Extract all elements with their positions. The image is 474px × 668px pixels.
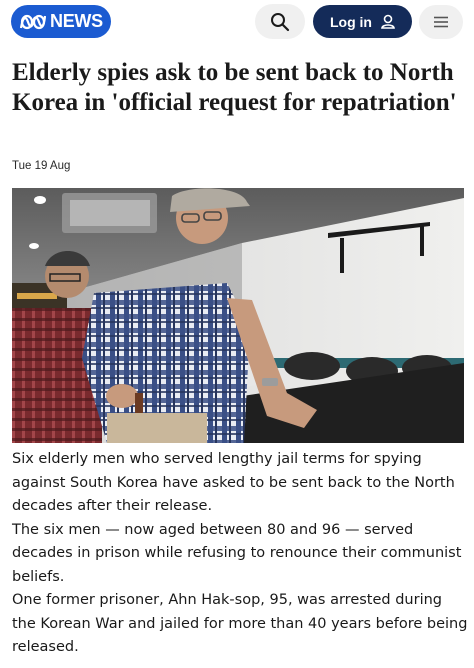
article-paragraph: The six men — now aged between 80 and 96… [12, 521, 462, 585]
article-headline: Elderly spies ask to be sent back to Nor… [12, 59, 457, 116]
login-button[interactable]: Log in [313, 5, 412, 38]
article-photo [12, 188, 464, 443]
article-body: Six elderly men who served lengthy jail … [12, 448, 468, 660]
article-paragraph: One former prisoner, Ahn Hak-sop, 95, wa… [12, 592, 468, 655]
search-button[interactable] [255, 4, 305, 39]
site-header: NEWS Log in [0, 0, 474, 44]
menu-button[interactable] [419, 5, 463, 39]
menu-icon [434, 16, 448, 28]
article-paragraph: Six elderly men who served lengthy jail … [12, 451, 455, 514]
abc-logo-icon [20, 14, 46, 29]
photo-illustration [12, 188, 464, 443]
logo-text: NEWS [50, 11, 103, 31]
abc-news-logo[interactable]: NEWS [11, 5, 111, 38]
article-date: Tue 19 Aug [12, 160, 71, 172]
login-label: Log in [330, 13, 372, 30]
search-icon [271, 12, 290, 31]
user-icon [381, 14, 395, 29]
